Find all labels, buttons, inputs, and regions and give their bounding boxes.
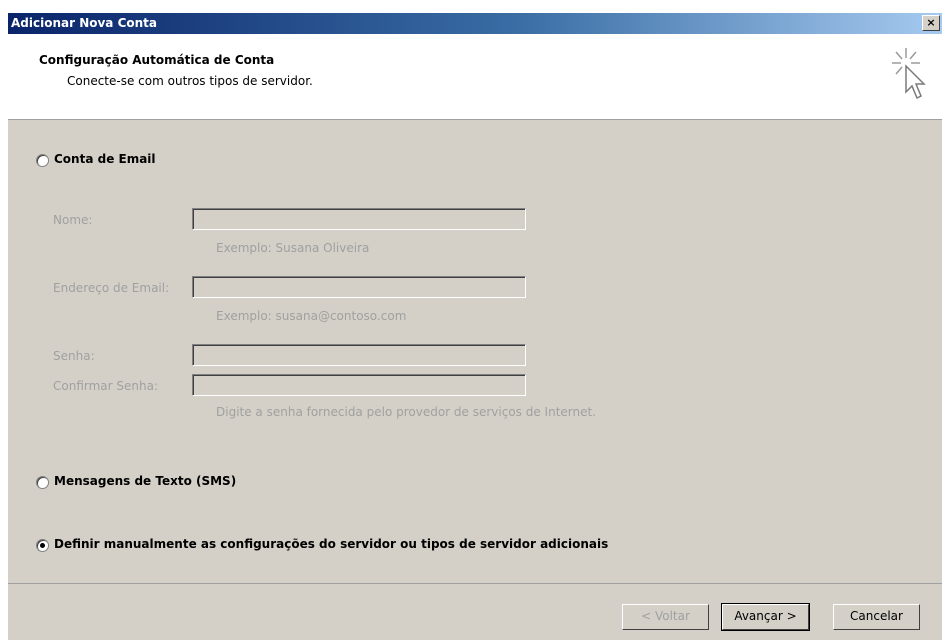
- close-button[interactable]: ×: [922, 15, 940, 31]
- header-title: Configuração Automática de Conta: [39, 53, 275, 67]
- wizard-header: Configuração Automática de Conta Conecte…: [8, 34, 942, 120]
- next-button[interactable]: Avançar >: [721, 603, 810, 631]
- password-label: Senha:: [53, 349, 95, 363]
- radio-manual-config[interactable]: [36, 539, 49, 552]
- wizard-footer: < Voltar Avançar > Cancelar: [8, 583, 942, 640]
- email-input: [192, 276, 526, 298]
- radio-sms[interactable]: [36, 476, 49, 489]
- back-button[interactable]: < Voltar: [622, 604, 709, 630]
- email-label: Endereço de Email:: [53, 281, 170, 295]
- confirm-password-input: [192, 374, 526, 396]
- title-bar: Adicionar Nova Conta ×: [8, 13, 942, 34]
- name-hint: Exemplo: Susana Oliveira: [216, 241, 370, 255]
- password-hint: Digite a senha fornecida pelo provedor d…: [216, 405, 597, 419]
- radio-email-account[interactable]: [36, 154, 49, 167]
- radio-email-account-label[interactable]: Conta de Email: [54, 152, 156, 166]
- email-hint: Exemplo: susana@contoso.com: [216, 309, 407, 323]
- header-subtitle: Conecte-se com outros tipos de servidor.: [67, 74, 313, 88]
- radio-sms-label[interactable]: Mensagens de Texto (SMS): [54, 474, 236, 488]
- cancel-button[interactable]: Cancelar: [833, 604, 920, 630]
- name-input: [192, 208, 526, 230]
- radio-manual-config-label[interactable]: Definir manualmente as configurações do …: [54, 537, 608, 551]
- confirm-password-label: Confirmar Senha:: [53, 379, 159, 393]
- window-title: Adicionar Nova Conta: [11, 16, 158, 30]
- password-input: [192, 344, 526, 366]
- name-label: Nome:: [53, 213, 93, 227]
- wizard-body: Conta de Email Nome: Exemplo: Susana Oli…: [8, 120, 942, 583]
- cursor-sparkle-icon: [892, 48, 926, 100]
